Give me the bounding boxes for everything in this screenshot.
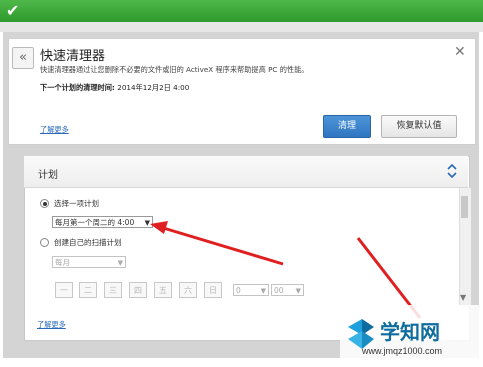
annotation-arrow-line xyxy=(159,225,284,266)
annotation-arrowhead xyxy=(150,221,168,234)
watermark-brand: 学知网 xyxy=(380,320,440,344)
watermark-url: www.jmqz1000.com xyxy=(362,346,443,356)
